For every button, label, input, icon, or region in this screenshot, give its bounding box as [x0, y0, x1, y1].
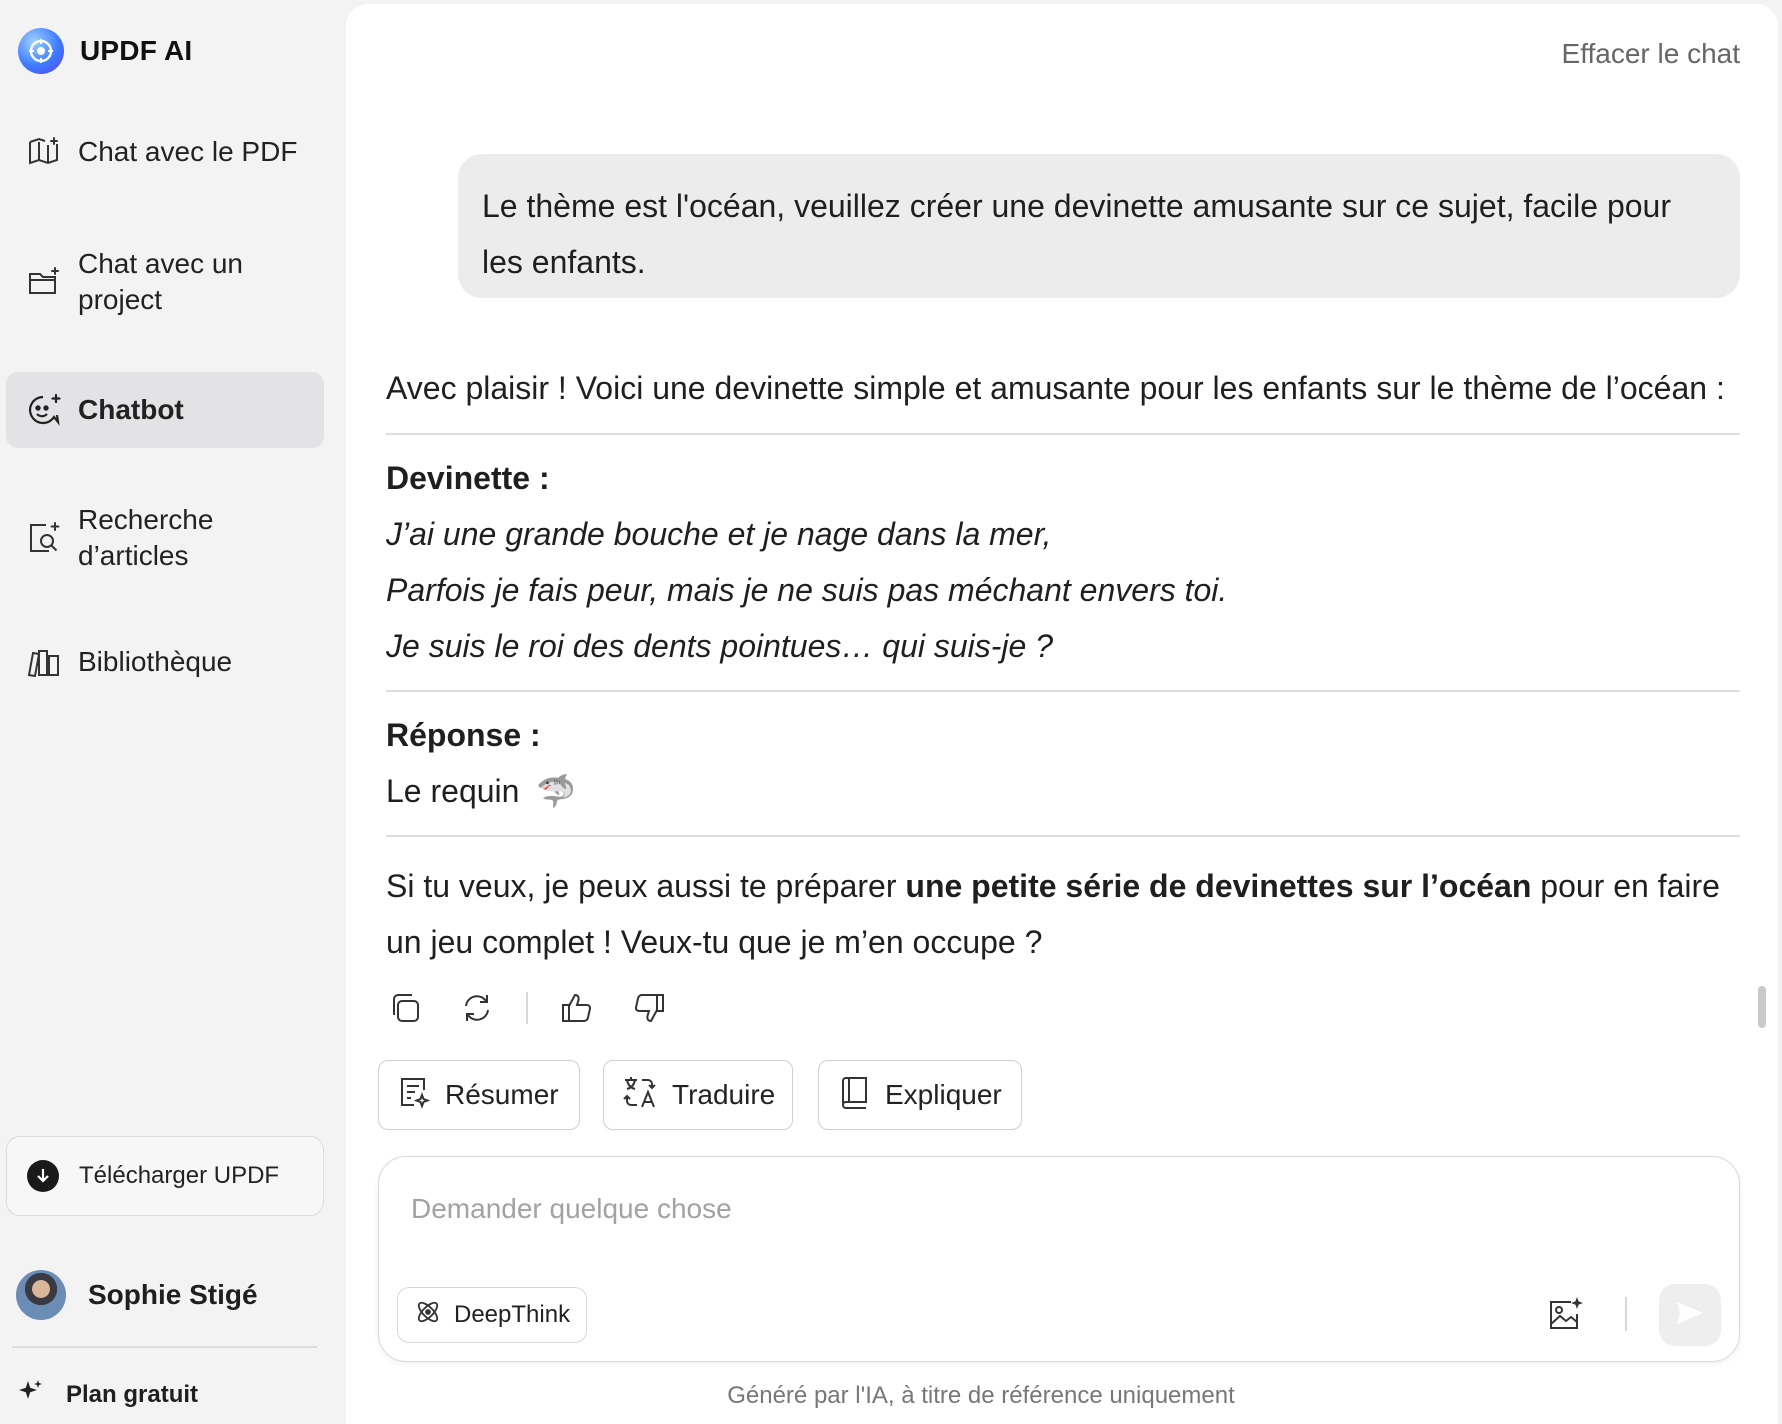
- thumbs-down-icon[interactable]: [630, 989, 668, 1027]
- sidebar-item-label: Chatbot: [78, 394, 184, 425]
- answer-value: Le requin: [386, 773, 520, 809]
- user-name: Sophie Stigé: [88, 1279, 258, 1310]
- sidebar-item-chatbot[interactable]: Chatbot: [6, 372, 324, 448]
- chatbot-icon: [24, 390, 64, 430]
- divider: [386, 690, 1740, 692]
- message-actions: [386, 989, 702, 1027]
- download-icon: [27, 1160, 59, 1192]
- regenerate-icon[interactable]: [458, 989, 496, 1027]
- chat-panel: Effacer le chat Le thème est l'océan, ve…: [346, 4, 1778, 1424]
- plan-label: Plan gratuit: [66, 1380, 199, 1408]
- answer-text: Le requin 🦈: [386, 772, 1740, 810]
- updf-logo-icon: [18, 28, 64, 74]
- summarize-label: Résumer: [445, 1079, 559, 1110]
- translate-label: Traduire: [672, 1079, 776, 1110]
- user-message: Le thème est l'océan, veuillez créer une…: [458, 154, 1740, 298]
- app-logo[interactable]: UPDF AI: [18, 28, 192, 74]
- riddle-line: Parfois je fais peur, mais je ne suis pa…: [386, 572, 1228, 608]
- answer-title: Réponse :: [386, 717, 541, 753]
- sparkle-icon: [18, 1378, 44, 1411]
- download-label: Télécharger UPDF: [79, 1162, 280, 1189]
- translate-icon: [622, 1074, 658, 1117]
- library-icon: [24, 642, 64, 682]
- explain-label: Expliquer: [885, 1079, 1002, 1110]
- sidebar-item-label: Recherche d’articles: [78, 504, 214, 571]
- deepthink-toggle[interactable]: DeepThink: [397, 1287, 588, 1343]
- riddle-line: Je suis le roi des dents pointues… qui s…: [386, 628, 1054, 664]
- riddle-title: Devinette :: [386, 460, 550, 496]
- followup-text: Si tu veux, je peux aussi te préparer: [386, 868, 906, 904]
- image-ai-icon[interactable]: [1543, 1292, 1587, 1336]
- user-profile[interactable]: Sophie Stigé: [16, 1270, 258, 1320]
- followup-bold-text: une petite série de devinettes sur l’océ…: [905, 868, 1532, 904]
- assistant-intro: Avec plaisir ! Voici une devinette simpl…: [386, 370, 1725, 406]
- sidebar-item-label: Bibliothèque: [78, 646, 233, 677]
- copy-icon[interactable]: [386, 989, 424, 1027]
- article-search-icon: [24, 518, 64, 558]
- book-ai-icon: [24, 132, 64, 172]
- divider: [526, 992, 528, 1024]
- summarize-button[interactable]: Résumer: [378, 1060, 580, 1130]
- divider: [386, 433, 1740, 435]
- avatar: [16, 1270, 66, 1320]
- scrollbar-thumb[interactable]: [1758, 986, 1766, 1028]
- atom-icon: [414, 1298, 442, 1333]
- sidebar-item-label: Chat avec un project: [78, 248, 243, 315]
- thumbs-up-icon[interactable]: [558, 989, 596, 1027]
- explain-button[interactable]: Expliquer: [818, 1060, 1022, 1130]
- send-button[interactable]: [1659, 1284, 1721, 1346]
- sidebar: UPDF AI Chat avec le PDF Chat avec un pr…: [0, 0, 345, 1424]
- ai-disclaimer: Généré par l'IA, à titre de référence un…: [727, 1382, 1235, 1409]
- sidebar-item-article-search[interactable]: Recherche d’articles: [6, 486, 324, 590]
- plan-link[interactable]: Plan gratuit: [18, 1378, 198, 1411]
- divider: [386, 835, 1740, 837]
- assistant-followup: Si tu veux, je peux aussi te préparer un…: [386, 858, 1740, 970]
- sidebar-item-label: Chat avec le PDF: [78, 136, 298, 167]
- sidebar-item-library[interactable]: Bibliothèque: [6, 630, 324, 694]
- divider: [12, 1346, 317, 1348]
- send-icon: [1675, 1300, 1705, 1331]
- shark-emoji: 🦈: [536, 773, 577, 809]
- summarize-icon: [397, 1075, 431, 1116]
- deepthink-label: DeepThink: [454, 1301, 571, 1328]
- translate-button[interactable]: Traduire: [603, 1060, 793, 1130]
- download-updf-button[interactable]: Télécharger UPDF: [6, 1136, 324, 1216]
- folder-ai-icon: [24, 262, 64, 302]
- sidebar-item-chat-project[interactable]: Chat avec un project: [6, 230, 324, 334]
- app-name: UPDF AI: [80, 35, 193, 66]
- message-composer: DeepThink: [378, 1156, 1740, 1362]
- divider: [1625, 1297, 1627, 1331]
- message-input[interactable]: [409, 1183, 1613, 1235]
- book-icon: [837, 1075, 871, 1116]
- clear-chat-button[interactable]: Effacer le chat: [1562, 38, 1740, 70]
- sidebar-item-chat-pdf[interactable]: Chat avec le PDF: [6, 120, 324, 184]
- riddle-line: J’ai une grande bouche et je nage dans l…: [386, 516, 1052, 552]
